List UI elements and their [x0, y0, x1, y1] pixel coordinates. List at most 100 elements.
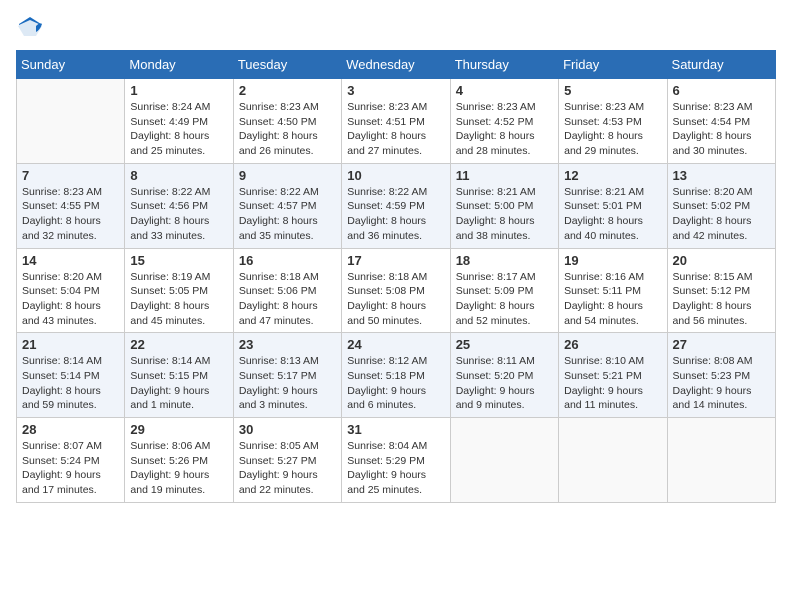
day-info: Sunrise: 8:10 AM Sunset: 5:21 PM Dayligh… — [564, 354, 661, 413]
day-info: Sunrise: 8:07 AM Sunset: 5:24 PM Dayligh… — [22, 439, 119, 498]
calendar-cell: 29 Sunrise: 8:06 AM Sunset: 5:26 PM Dayli… — [125, 418, 233, 503]
calendar-cell: 31 Sunrise: 8:04 AM Sunset: 5:29 PM Dayli… — [342, 418, 450, 503]
calendar-cell — [559, 418, 667, 503]
calendar-cell: 20Sunrise: 8:15 AM Sunset: 5:12 PM Dayli… — [667, 248, 775, 333]
calendar-cell: 16 Sunrise: 8:18 AM Sunset: 5:06 PM Dayli… — [233, 248, 341, 333]
weekday-header-monday: Monday — [125, 51, 233, 79]
day-info: Sunrise: 8:08 AM Sunset: 5:23 PM Dayligh… — [673, 354, 770, 413]
day-info: Sunrise: 8:11 AM Sunset: 5:20 PM Dayligh… — [456, 354, 553, 413]
day-number: 14 — [22, 253, 119, 268]
calendar-week-row: 21 Sunrise: 8:14 AM Sunset: 5:14 PM Dayli… — [17, 333, 776, 418]
day-number: 12 — [564, 168, 661, 183]
day-info: Sunrise: 8:12 AM Sunset: 5:18 PM Dayligh… — [347, 354, 444, 413]
day-info: Sunrise: 8:19 AM Sunset: 5:05 PM Dayligh… — [130, 270, 227, 329]
day-info: Sunrise: 8:22 AM Sunset: 4:59 PM Dayligh… — [347, 185, 444, 244]
calendar-cell: 6 Sunrise: 8:23 AM Sunset: 4:54 PM Daylig… — [667, 79, 775, 164]
day-number: 30 — [239, 422, 336, 437]
calendar-cell: 27Sunrise: 8:08 AM Sunset: 5:23 PM Dayli… — [667, 333, 775, 418]
day-info: Sunrise: 8:18 AM Sunset: 5:08 PM Dayligh… — [347, 270, 444, 329]
day-info: Sunrise: 8:04 AM Sunset: 5:29 PM Dayligh… — [347, 439, 444, 498]
day-number: 13 — [673, 168, 770, 183]
calendar-cell: 14Sunrise: 8:20 AM Sunset: 5:04 PM Dayli… — [17, 248, 125, 333]
calendar-cell: 10 Sunrise: 8:22 AM Sunset: 4:59 PM Dayli… — [342, 163, 450, 248]
day-info: Sunrise: 8:23 AM Sunset: 4:52 PM Dayligh… — [456, 100, 553, 159]
day-number: 24 — [347, 337, 444, 352]
day-info: Sunrise: 8:14 AM Sunset: 5:15 PM Dayligh… — [130, 354, 227, 413]
day-number: 31 — [347, 422, 444, 437]
weekday-header-friday: Friday — [559, 51, 667, 79]
calendar-cell: 21 Sunrise: 8:14 AM Sunset: 5:14 PM Dayli… — [17, 333, 125, 418]
weekday-header-row: SundayMondayTuesdayWednesdayThursdayFrid… — [17, 51, 776, 79]
day-number: 3 — [347, 83, 444, 98]
day-number: 18 — [456, 253, 553, 268]
day-number: 25 — [456, 337, 553, 352]
weekday-header-sunday: Sunday — [17, 51, 125, 79]
day-info: Sunrise: 8:23 AM Sunset: 4:53 PM Dayligh… — [564, 100, 661, 159]
calendar-cell: 5 Sunrise: 8:23 AM Sunset: 4:53 PM Daylig… — [559, 79, 667, 164]
day-number: 2 — [239, 83, 336, 98]
calendar-cell: 13Sunrise: 8:20 AM Sunset: 5:02 PM Dayli… — [667, 163, 775, 248]
calendar-week-row: 28 Sunrise: 8:07 AM Sunset: 5:24 PM Dayli… — [17, 418, 776, 503]
day-info: Sunrise: 8:22 AM Sunset: 4:56 PM Dayligh… — [130, 185, 227, 244]
day-number: 5 — [564, 83, 661, 98]
day-number: 17 — [347, 253, 444, 268]
day-number: 8 — [130, 168, 227, 183]
calendar-cell: 19 Sunrise: 8:16 AM Sunset: 5:11 PM Dayli… — [559, 248, 667, 333]
weekday-header-thursday: Thursday — [450, 51, 558, 79]
calendar-cell — [450, 418, 558, 503]
calendar-cell: 23Sunrise: 8:13 AM Sunset: 5:17 PM Dayli… — [233, 333, 341, 418]
day-number: 28 — [22, 422, 119, 437]
day-info: Sunrise: 8:18 AM Sunset: 5:06 PM Dayligh… — [239, 270, 336, 329]
day-info: Sunrise: 8:21 AM Sunset: 5:01 PM Dayligh… — [564, 185, 661, 244]
day-number: 26 — [564, 337, 661, 352]
day-number: 21 — [22, 337, 119, 352]
calendar-table: SundayMondayTuesdayWednesdayThursdayFrid… — [16, 50, 776, 503]
weekday-header-saturday: Saturday — [667, 51, 775, 79]
day-info: Sunrise: 8:21 AM Sunset: 5:00 PM Dayligh… — [456, 185, 553, 244]
weekday-header-wednesday: Wednesday — [342, 51, 450, 79]
day-info: Sunrise: 8:23 AM Sunset: 4:50 PM Dayligh… — [239, 100, 336, 159]
day-number: 4 — [456, 83, 553, 98]
day-number: 15 — [130, 253, 227, 268]
calendar-cell: 24 Sunrise: 8:12 AM Sunset: 5:18 PM Dayli… — [342, 333, 450, 418]
day-info: Sunrise: 8:23 AM Sunset: 4:51 PM Dayligh… — [347, 100, 444, 159]
calendar-cell: 28 Sunrise: 8:07 AM Sunset: 5:24 PM Dayli… — [17, 418, 125, 503]
day-number: 10 — [347, 168, 444, 183]
page-header — [16, 16, 776, 38]
day-number: 9 — [239, 168, 336, 183]
day-info: Sunrise: 8:17 AM Sunset: 5:09 PM Dayligh… — [456, 270, 553, 329]
day-number: 11 — [456, 168, 553, 183]
calendar-cell: 11 Sunrise: 8:21 AM Sunset: 5:00 PM Dayli… — [450, 163, 558, 248]
calendar-cell — [17, 79, 125, 164]
day-info: Sunrise: 8:24 AM Sunset: 4:49 PM Dayligh… — [130, 100, 227, 159]
day-info: Sunrise: 8:23 AM Sunset: 4:54 PM Dayligh… — [673, 100, 770, 159]
day-number: 16 — [239, 253, 336, 268]
calendar-cell: 30Sunrise: 8:05 AM Sunset: 5:27 PM Dayli… — [233, 418, 341, 503]
day-info: Sunrise: 8:23 AM Sunset: 4:55 PM Dayligh… — [22, 185, 119, 244]
calendar-cell: 26 Sunrise: 8:10 AM Sunset: 5:21 PM Dayli… — [559, 333, 667, 418]
calendar-week-row: 7 Sunrise: 8:23 AM Sunset: 4:55 PM Daylig… — [17, 163, 776, 248]
day-number: 1 — [130, 83, 227, 98]
calendar-cell: 25 Sunrise: 8:11 AM Sunset: 5:20 PM Dayli… — [450, 333, 558, 418]
day-number: 6 — [673, 83, 770, 98]
calendar-cell: 2 Sunrise: 8:23 AM Sunset: 4:50 PM Daylig… — [233, 79, 341, 164]
calendar-cell — [667, 418, 775, 503]
calendar-cell: 18 Sunrise: 8:17 AM Sunset: 5:09 PM Dayli… — [450, 248, 558, 333]
calendar-cell: 1 Sunrise: 8:24 AM Sunset: 4:49 PM Daylig… — [125, 79, 233, 164]
calendar-cell: 7 Sunrise: 8:23 AM Sunset: 4:55 PM Daylig… — [17, 163, 125, 248]
calendar-cell: 22Sunrise: 8:14 AM Sunset: 5:15 PM Dayli… — [125, 333, 233, 418]
day-number: 20 — [673, 253, 770, 268]
calendar-cell: 17 Sunrise: 8:18 AM Sunset: 5:08 PM Dayli… — [342, 248, 450, 333]
day-info: Sunrise: 8:14 AM Sunset: 5:14 PM Dayligh… — [22, 354, 119, 413]
day-info: Sunrise: 8:22 AM Sunset: 4:57 PM Dayligh… — [239, 185, 336, 244]
day-number: 19 — [564, 253, 661, 268]
calendar-cell: 8 Sunrise: 8:22 AM Sunset: 4:56 PM Daylig… — [125, 163, 233, 248]
day-number: 29 — [130, 422, 227, 437]
day-info: Sunrise: 8:06 AM Sunset: 5:26 PM Dayligh… — [130, 439, 227, 498]
day-number: 7 — [22, 168, 119, 183]
calendar-week-row: 14Sunrise: 8:20 AM Sunset: 5:04 PM Dayli… — [17, 248, 776, 333]
logo-icon — [16, 16, 44, 38]
calendar-cell: 4 Sunrise: 8:23 AM Sunset: 4:52 PM Daylig… — [450, 79, 558, 164]
day-info: Sunrise: 8:13 AM Sunset: 5:17 PM Dayligh… — [239, 354, 336, 413]
day-info: Sunrise: 8:16 AM Sunset: 5:11 PM Dayligh… — [564, 270, 661, 329]
